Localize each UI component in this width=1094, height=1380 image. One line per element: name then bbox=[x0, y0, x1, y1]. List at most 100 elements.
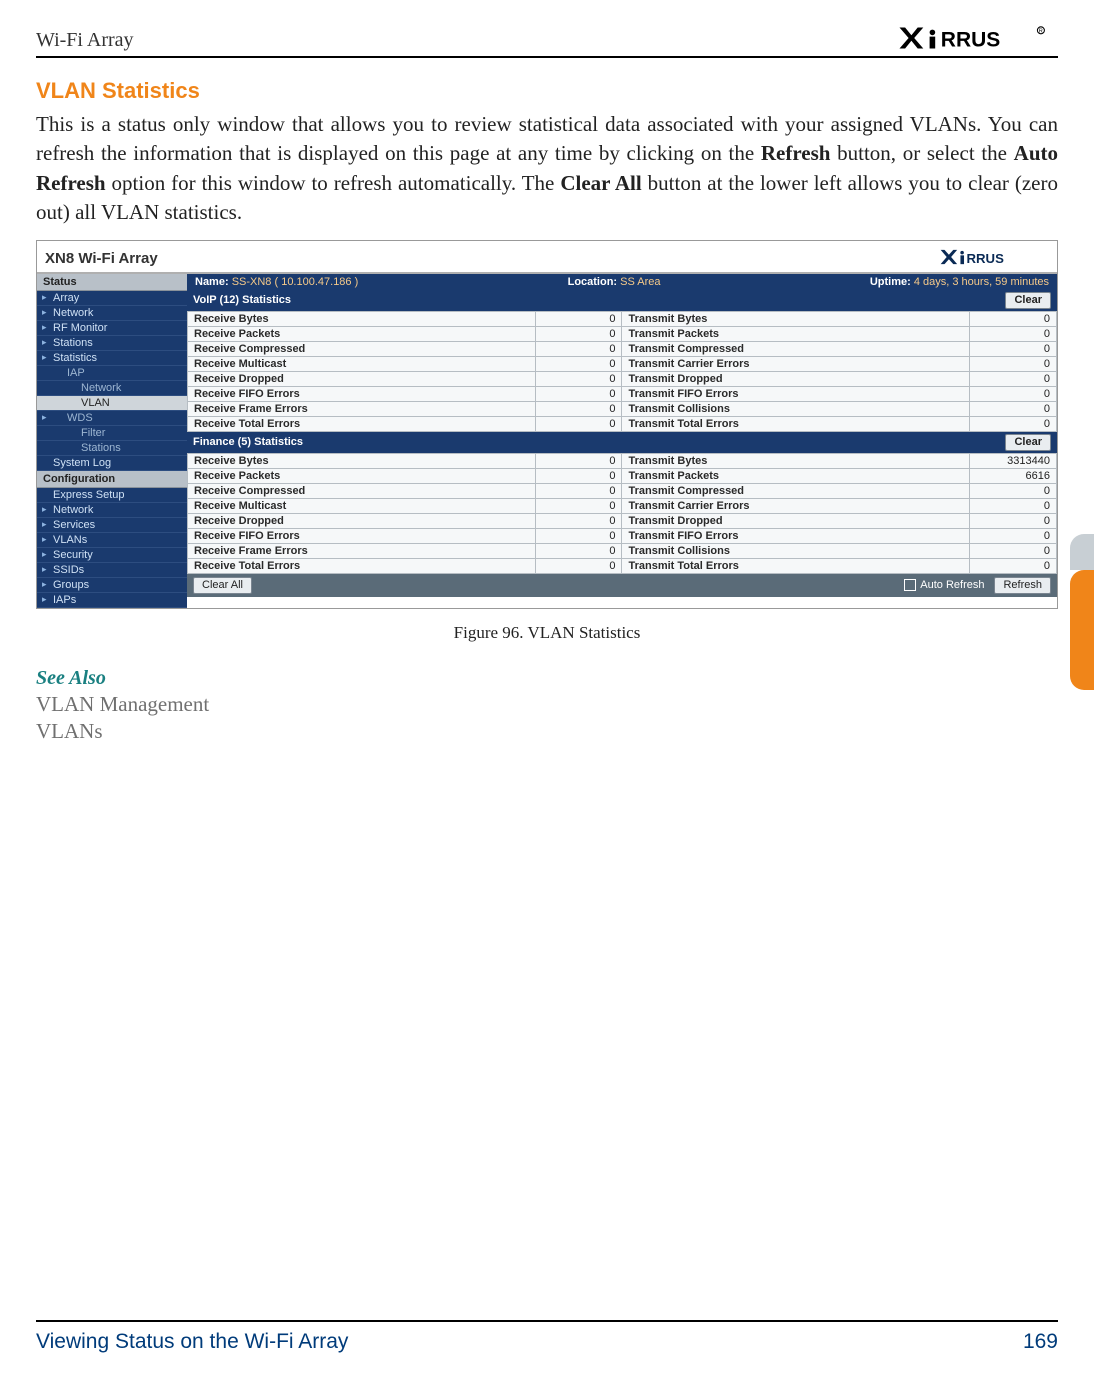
sidebar-section-status: Status bbox=[37, 274, 187, 291]
sidebar-section-configuration: Configuration bbox=[37, 471, 187, 488]
sidebar-item[interactable]: Services bbox=[37, 518, 187, 533]
stat-label: Receive Bytes bbox=[188, 311, 536, 326]
stat-label: Transmit Total Errors bbox=[622, 558, 970, 573]
stat-value: 0 bbox=[970, 483, 1057, 498]
table-row: Receive Frame Errors0Transmit Collisions… bbox=[188, 401, 1057, 416]
sidebar-item[interactable]: VLAN bbox=[37, 396, 187, 411]
clear-all-button[interactable]: Clear All bbox=[193, 577, 252, 594]
sidebar-item[interactable]: Network bbox=[37, 503, 187, 518]
stat-label: Receive Packets bbox=[188, 468, 536, 483]
stat-value: 3313440 bbox=[970, 453, 1057, 468]
sidebar-item[interactable]: Statistics bbox=[37, 351, 187, 366]
sidebar-item[interactable]: RF Monitor bbox=[37, 321, 187, 336]
sidebar-item[interactable]: Express Setup bbox=[37, 488, 187, 503]
sidebar-item[interactable]: IAPs bbox=[37, 593, 187, 608]
sidebar-item[interactable]: Groups bbox=[37, 578, 187, 593]
stat-value: 0 bbox=[970, 416, 1057, 431]
clear-all-bold: Clear All bbox=[560, 171, 641, 195]
stat-label: Transmit Compressed bbox=[622, 483, 970, 498]
stat-value: 0 bbox=[535, 453, 622, 468]
stat-label: Transmit Bytes bbox=[622, 453, 970, 468]
stat-value: 0 bbox=[535, 401, 622, 416]
footer-title: Viewing Status on the Wi-Fi Array bbox=[36, 1330, 348, 1354]
stat-label: Transmit FIFO Errors bbox=[622, 386, 970, 401]
table-row: Receive Frame Errors0Transmit Collisions… bbox=[188, 543, 1057, 558]
stat-label: Receive Total Errors bbox=[188, 558, 536, 573]
page-thumb-tab bbox=[1070, 570, 1094, 690]
stats-group-header: VoIP (12) Statistics Clear bbox=[187, 290, 1057, 311]
table-row: Receive Bytes0Transmit Bytes3313440 bbox=[188, 453, 1057, 468]
status-location-label: Location: bbox=[568, 276, 618, 288]
stat-label: Transmit Collisions bbox=[622, 543, 970, 558]
table-row: Receive Compressed0Transmit Compressed0 bbox=[188, 483, 1057, 498]
sidebar-item[interactable]: Stations bbox=[37, 441, 187, 456]
sidebar-item[interactable]: Array bbox=[37, 291, 187, 306]
stat-value: 0 bbox=[970, 558, 1057, 573]
table-row: Receive Dropped0Transmit Dropped0 bbox=[188, 513, 1057, 528]
sidebar-item[interactable]: System Log bbox=[37, 456, 187, 471]
refresh-button[interactable]: Refresh bbox=[994, 577, 1051, 594]
stat-label: Transmit Bytes bbox=[622, 311, 970, 326]
stat-value: 0 bbox=[535, 558, 622, 573]
table-row: Receive FIFO Errors0Transmit FIFO Errors… bbox=[188, 386, 1057, 401]
stat-label: Transmit Collisions bbox=[622, 401, 970, 416]
table-row: Receive Multicast0Transmit Carrier Error… bbox=[188, 356, 1057, 371]
status-name-label: Name: bbox=[195, 276, 229, 288]
stats-table: Receive Bytes0Transmit Bytes3313440Recei… bbox=[187, 453, 1057, 574]
status-name-value: SS-XN8 ( 10.100.47.186 ) bbox=[232, 276, 359, 288]
see-also-link[interactable]: VLAN Management bbox=[36, 692, 1058, 717]
stat-value: 0 bbox=[970, 386, 1057, 401]
stats-group-title: Finance (5) Statistics bbox=[193, 436, 303, 448]
stat-value: 0 bbox=[970, 311, 1057, 326]
header-title: Wi-Fi Array bbox=[36, 29, 134, 52]
auto-refresh-checkbox[interactable]: Auto Refresh bbox=[904, 579, 984, 591]
stat-value: 0 bbox=[535, 326, 622, 341]
screenshot-figure: XN8 Wi-Fi Array RRUS Status ArrayNetwork… bbox=[36, 240, 1058, 609]
stat-label: Transmit Dropped bbox=[622, 371, 970, 386]
see-also-heading: See Also bbox=[36, 667, 1058, 690]
status-bar: Name: SS-XN8 ( 10.100.47.186 ) Location:… bbox=[187, 274, 1057, 290]
stat-value: 0 bbox=[535, 416, 622, 431]
sidebar-item[interactable]: SSIDs bbox=[37, 563, 187, 578]
svg-text:RRUS: RRUS bbox=[967, 251, 1005, 266]
stat-value: 0 bbox=[970, 371, 1057, 386]
stat-label: Transmit Packets bbox=[622, 326, 970, 341]
sidebar-item[interactable]: WDS bbox=[37, 411, 187, 426]
sidebar-item[interactable]: Stations bbox=[37, 336, 187, 351]
see-also-link[interactable]: VLANs bbox=[36, 719, 1058, 744]
stat-label: Receive Compressed bbox=[188, 341, 536, 356]
stat-value: 0 bbox=[970, 513, 1057, 528]
stat-value: 0 bbox=[535, 386, 622, 401]
stat-label: Transmit Carrier Errors bbox=[622, 356, 970, 371]
stat-value: 0 bbox=[970, 341, 1057, 356]
auto-refresh-label: Auto Refresh bbox=[920, 579, 984, 591]
sidebar-item[interactable]: Network bbox=[37, 306, 187, 321]
svg-text:RRUS: RRUS bbox=[941, 28, 1001, 51]
screenshot-header: XN8 Wi-Fi Array RRUS bbox=[37, 241, 1057, 274]
sidebar-item[interactable]: Security bbox=[37, 548, 187, 563]
table-row: Receive Compressed0Transmit Compressed0 bbox=[188, 341, 1057, 356]
stat-label: Receive Bytes bbox=[188, 453, 536, 468]
sidebar-item[interactable]: Network bbox=[37, 381, 187, 396]
figure-caption: Figure 96. VLAN Statistics bbox=[36, 623, 1058, 643]
table-row: Receive Multicast0Transmit Carrier Error… bbox=[188, 498, 1057, 513]
sidebar: Status ArrayNetworkRF MonitorStationsSta… bbox=[37, 274, 187, 608]
stat-label: Receive FIFO Errors bbox=[188, 528, 536, 543]
stat-value: 0 bbox=[970, 498, 1057, 513]
stat-label: Receive Frame Errors bbox=[188, 543, 536, 558]
stat-value: 0 bbox=[970, 528, 1057, 543]
stats-group-title: VoIP (12) Statistics bbox=[193, 294, 291, 306]
clear-button[interactable]: Clear bbox=[1005, 434, 1051, 451]
section-body: This is a status only window that allows… bbox=[36, 110, 1058, 228]
table-row: Receive Packets0Transmit Packets6616 bbox=[188, 468, 1057, 483]
stat-label: Receive Packets bbox=[188, 326, 536, 341]
stat-label: Receive Multicast bbox=[188, 498, 536, 513]
sidebar-item[interactable]: Filter bbox=[37, 426, 187, 441]
stat-label: Transmit Dropped bbox=[622, 513, 970, 528]
stat-value: 6616 bbox=[970, 468, 1057, 483]
stat-value: 0 bbox=[535, 543, 622, 558]
sidebar-item[interactable]: IAP bbox=[37, 366, 187, 381]
clear-button[interactable]: Clear bbox=[1005, 292, 1051, 309]
page-number: 169 bbox=[1023, 1330, 1058, 1354]
sidebar-item[interactable]: VLANs bbox=[37, 533, 187, 548]
